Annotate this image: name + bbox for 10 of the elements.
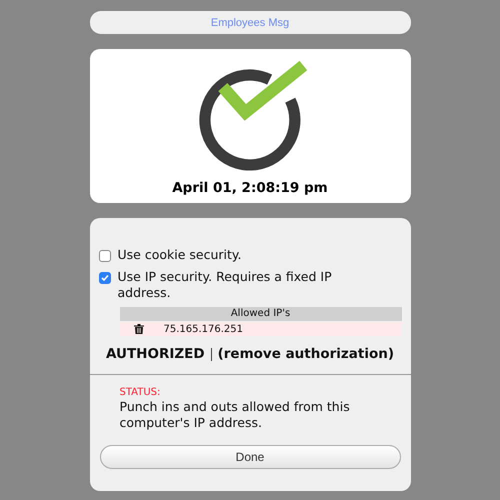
table-header: Allowed IP's xyxy=(120,307,402,321)
done-button[interactable]: Done xyxy=(100,445,400,469)
ip-address: 75.165.176.251 xyxy=(164,324,244,334)
clock-time: April 01, 2:08:19 pm xyxy=(172,180,328,196)
remove-authorization-link[interactable]: (remove authorization) xyxy=(218,346,394,362)
status-label: STATUS: xyxy=(120,387,162,398)
authorization-state: AUTHORIZED xyxy=(106,346,205,362)
status-message: Punch ins and outs allowed from this computer's IP address. xyxy=(120,399,351,431)
option-label: Use cookie security. xyxy=(118,247,242,263)
option-label: Use IP security. Requires a fixed IP address. xyxy=(118,269,333,301)
